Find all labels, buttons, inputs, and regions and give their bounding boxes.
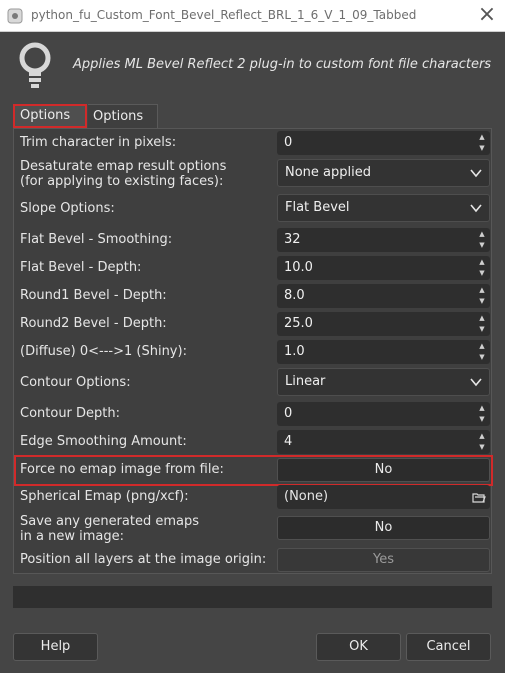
slope-dropdown[interactable]: Flat Bevel — [277, 194, 490, 222]
flat-smoothing-value: 32 — [284, 232, 301, 247]
round2-depth-value: 25.0 — [284, 316, 313, 331]
trim-value: 0 — [284, 135, 293, 150]
options-panel: Trim character in pixels: 0 ▲ ▼ Desatura… — [13, 128, 493, 574]
spin-up-icon[interactable]: ▲ — [476, 403, 488, 414]
open-file-icon[interactable] — [472, 490, 486, 504]
edge-smoothing-spinner[interactable]: 4 ▲ ▼ — [277, 430, 490, 454]
spin-down-icon[interactable]: ▼ — [476, 352, 488, 363]
desaturate-label-line2: (for applying to existing faces): — [20, 174, 224, 189]
spin-up-icon[interactable]: ▲ — [476, 257, 488, 268]
help-button[interactable]: Help — [13, 633, 98, 661]
spin-up-icon[interactable]: ▲ — [476, 132, 488, 143]
position-layers-label: Position all layers at the image origin: — [20, 552, 267, 567]
edge-smoothing-label: Edge Smoothing Amount: — [20, 434, 187, 449]
spin-up-icon[interactable]: ▲ — [476, 313, 488, 324]
spin-down-icon[interactable]: ▼ — [476, 442, 488, 453]
chevron-down-icon — [470, 378, 482, 387]
round2-depth-label: Round2 Bevel - Depth: — [20, 316, 167, 331]
position-layers-toggle[interactable]: Yes — [277, 548, 490, 572]
spin-up-icon[interactable]: ▲ — [476, 229, 488, 240]
diffuse-shiny-label: (Diffuse) 0<--->1 (Shiny): — [20, 344, 187, 359]
progress-bar — [13, 586, 492, 608]
trim-label: Trim character in pixels: — [20, 135, 177, 150]
ok-button[interactable]: OK — [316, 633, 401, 661]
flat-depth-label: Flat Bevel - Depth: — [20, 260, 142, 275]
lightbulb-icon — [19, 42, 51, 88]
contour-options-dropdown[interactable]: Linear — [277, 368, 490, 396]
close-icon: × — [477, 2, 497, 27]
round2-depth-spinner[interactable]: 25.0 ▲ ▼ — [277, 312, 490, 336]
cancel-button[interactable]: Cancel — [406, 633, 491, 661]
spin-down-icon[interactable]: ▼ — [476, 143, 488, 154]
slope-label: Slope Options: — [20, 201, 115, 216]
spherical-emap-value: (None) — [284, 489, 329, 504]
plugin-description: Applies ML Bevel Reflect 2 plug-in to cu… — [73, 57, 492, 72]
annotation-highlight-box — [14, 455, 493, 486]
desaturate-value: None applied — [285, 165, 371, 180]
spin-down-icon[interactable]: ▼ — [476, 268, 488, 279]
spherical-emap-label: Spherical Emap (png/xcf): — [20, 489, 189, 504]
contour-depth-value: 0 — [284, 406, 293, 421]
tab-options-2[interactable]: Options 2 — [88, 104, 158, 148]
flat-depth-value: 10.0 — [284, 260, 313, 275]
flat-smoothing-label: Flat Bevel - Smoothing: — [20, 232, 173, 247]
title-bar: python_fu_Custom_Font_Bevel_Reflect_BRL_… — [0, 0, 505, 32]
spin-up-icon[interactable]: ▲ — [476, 285, 488, 296]
spin-up-icon[interactable]: ▲ — [476, 341, 488, 352]
flat-depth-spinner[interactable]: 10.0 ▲ ▼ — [277, 256, 490, 280]
spin-down-icon[interactable]: ▼ — [476, 414, 488, 425]
save-emaps-label-line1: Save any generated emaps — [20, 514, 200, 529]
spin-down-icon[interactable]: ▼ — [476, 324, 488, 335]
trim-spinner[interactable]: 0 ▲ ▼ — [277, 131, 490, 155]
dialog-header: Applies ML Bevel Reflect 2 plug-in to cu… — [0, 32, 505, 102]
contour-options-value: Linear — [285, 374, 326, 389]
gimp-app-icon — [7, 8, 23, 24]
chevron-down-icon — [470, 204, 482, 213]
diffuse-shiny-value: 1.0 — [284, 344, 305, 359]
round1-depth-value: 8.0 — [284, 288, 305, 303]
spherical-emap-file-chooser[interactable]: (None) — [277, 485, 490, 509]
desaturate-label-line1: Desaturate emap result options — [20, 159, 227, 174]
spin-up-icon[interactable]: ▲ — [476, 431, 488, 442]
contour-depth-label: Contour Depth: — [20, 406, 121, 421]
round1-depth-spinner[interactable]: 8.0 ▲ ▼ — [277, 284, 490, 308]
edge-smoothing-value: 4 — [284, 434, 293, 449]
contour-depth-spinner[interactable]: 0 ▲ ▼ — [277, 402, 490, 426]
diffuse-shiny-spinner[interactable]: 1.0 ▲ ▼ — [277, 340, 490, 364]
flat-smoothing-spinner[interactable]: 32 ▲ ▼ — [277, 228, 490, 252]
spin-down-icon[interactable]: ▼ — [476, 240, 488, 251]
save-emaps-label-line2: in a new image: — [20, 529, 124, 544]
round1-depth-label: Round1 Bevel - Depth: — [20, 288, 167, 303]
save-emaps-toggle[interactable]: No — [277, 516, 490, 540]
chevron-down-icon — [470, 169, 482, 178]
tab-options-1[interactable]: Options 1 — [13, 104, 87, 143]
contour-options-label: Contour Options: — [20, 375, 131, 390]
spin-down-icon[interactable]: ▼ — [476, 296, 488, 307]
close-button[interactable]: × — [469, 0, 505, 32]
desaturate-dropdown[interactable]: None applied — [277, 159, 490, 187]
window-title: python_fu_Custom_Font_Bevel_Reflect_BRL_… — [31, 8, 417, 22]
slope-value: Flat Bevel — [285, 200, 350, 215]
